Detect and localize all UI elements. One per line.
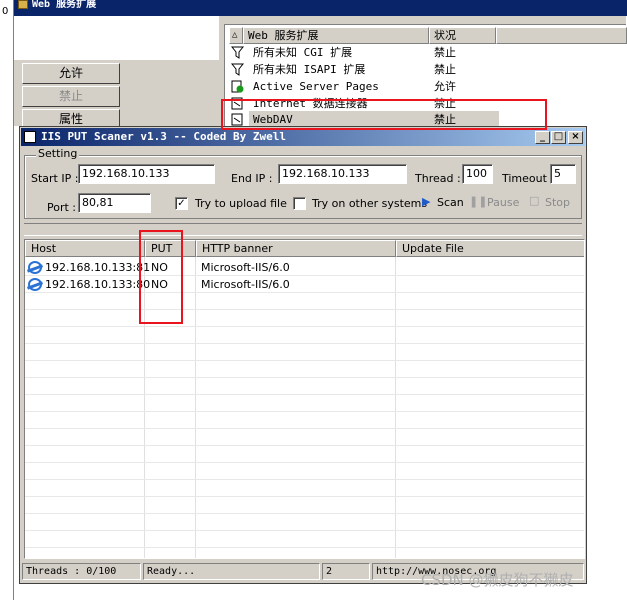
start-ip-input[interactable]: 192.168.10.133 <box>78 164 215 184</box>
row-gridline <box>25 394 584 395</box>
pause-button[interactable]: Pause <box>487 196 519 209</box>
allowed-extension-icon <box>231 80 244 93</box>
row-gridline <box>25 343 584 344</box>
column-header-blank <box>496 27 627 44</box>
row-gridline <box>25 411 584 412</box>
extension-row-asp[interactable]: Active Server Pages 允许 <box>229 78 625 95</box>
extension-list-header: △ Web 服务扩展 状况 <box>225 27 627 44</box>
row-gridline <box>25 496 584 497</box>
port-input[interactable]: 80,81 <box>78 193 151 213</box>
thread-label: Thread : <box>415 172 461 185</box>
column-header-status[interactable]: 状况 <box>429 27 496 44</box>
row-gridline <box>25 360 584 361</box>
extension-row-unknown-isapi[interactable]: 所有未知 ISAPI 扩展 禁止 <box>229 61 625 78</box>
row-gridline <box>25 530 584 531</box>
iis-put-scanner-window: IIS PUT Scaner v1.3 -- Coded By Zwell _ … <box>19 126 587 584</box>
separator-bar <box>24 223 582 236</box>
table-row[interactable]: 192.168.10.133:80 NO Microsoft-IIS/6.0 <box>25 276 584 293</box>
column-header-http-banner[interactable]: HTTP banner <box>196 240 396 257</box>
end-ip-input[interactable]: 192.168.10.133 <box>278 164 407 184</box>
end-ip-label: End IP : <box>231 172 273 185</box>
timeout-input[interactable]: 5 <box>550 164 576 184</box>
status-state: Ready... <box>143 563 320 580</box>
pause-icon: ❚❚ <box>469 195 488 208</box>
column-header-extension[interactable]: Web 服务扩展 <box>243 27 429 44</box>
scan-button[interactable]: Scan <box>437 196 464 209</box>
left-window-edge: 0 <box>0 0 14 600</box>
panel-white-area <box>14 16 219 60</box>
watermark: CSDN @獭皮狗不獭皮 <box>421 571 574 589</box>
close-icon[interactable]: × <box>568 131 583 144</box>
extension-row-unknown-cgi[interactable]: 所有未知 CGI 扩展 禁止 <box>229 44 625 61</box>
scanner-titlebar: IIS PUT Scaner v1.3 -- Coded By Zwell _ … <box>21 128 585 146</box>
row-gridline <box>25 445 584 446</box>
timeout-label: Timeout : <box>502 172 555 185</box>
table-row[interactable]: 192.168.10.133:81 NO Microsoft-IIS/6.0 <box>25 259 584 276</box>
thread-input[interactable]: 100 <box>462 164 493 184</box>
put-column-highlight-box <box>139 230 183 324</box>
minimize-icon[interactable]: _ <box>535 131 550 144</box>
row-gridline <box>25 309 584 310</box>
row-gridline <box>25 462 584 463</box>
results-list[interactable]: Host PUT HTTP banner Update File 192.168… <box>24 239 585 559</box>
status-threads: Threads : 0/100 <box>22 563 141 580</box>
other-systems-checkbox[interactable] <box>293 197 306 210</box>
port-label: Port : <box>47 201 77 214</box>
column-header-host[interactable]: Host <box>25 240 145 257</box>
sort-arrow-icon[interactable]: △ <box>229 27 243 44</box>
background-window-title: Web 服务扩展 <box>32 0 97 10</box>
upload-checkbox[interactable]: ✓ <box>175 197 188 210</box>
allow-button[interactable]: 允许 <box>22 63 120 84</box>
column-header-update-file[interactable]: Update File <box>396 240 584 257</box>
other-systems-label[interactable]: Try on other systems <box>312 197 427 210</box>
ie-icon <box>28 261 42 274</box>
row-gridline <box>25 428 584 429</box>
start-ip-label: Start IP : <box>31 172 79 185</box>
filter-icon <box>231 46 244 59</box>
folder-icon <box>18 0 28 9</box>
status-count: 2 <box>322 563 370 580</box>
row-gridline <box>25 547 584 548</box>
upload-checkbox-label[interactable]: Try to upload file <box>195 197 287 210</box>
setting-group-title: Setting <box>36 147 80 160</box>
app-icon <box>24 131 36 143</box>
maximize-icon[interactable]: □ <box>551 131 566 144</box>
background-window-titlebar: Web 服务扩展 <box>14 0 627 16</box>
results-header: Host PUT HTTP banner Update File <box>25 240 584 257</box>
ie-icon <box>28 278 42 291</box>
filter-icon <box>231 63 244 76</box>
left-edge-char: 0 <box>2 6 9 17</box>
row-gridline <box>25 326 584 327</box>
stop-button[interactable]: Stop <box>545 196 570 209</box>
row-gridline <box>25 479 584 480</box>
row-gridline <box>25 513 584 514</box>
row-gridline <box>25 377 584 378</box>
scan-icon[interactable]: ▶ <box>422 195 430 208</box>
scanner-title: IIS PUT Scaner v1.3 -- Coded By Zwell <box>41 130 287 143</box>
deny-button[interactable]: 禁止 <box>22 86 120 107</box>
stop-icon: □ <box>529 194 540 207</box>
